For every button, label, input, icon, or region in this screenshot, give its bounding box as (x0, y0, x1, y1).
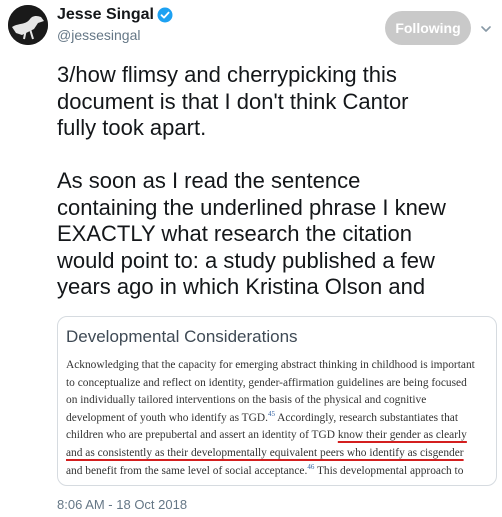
embed-text: development of youth who identify as TGD… (66, 411, 268, 424)
embed-line: and as consistently as their development… (66, 445, 494, 463)
embedded-image[interactable]: Developmental Considerations Acknowledgi… (57, 316, 497, 486)
tweet-text: 3/how flimsy and cherrypicking this docu… (57, 62, 497, 301)
following-button[interactable]: Following (385, 11, 471, 45)
avatar[interactable] (8, 5, 48, 45)
embed-line: children who are prepubertal and assert … (66, 427, 494, 445)
chevron-down-icon[interactable] (481, 24, 491, 34)
embed-line: development of youth who identify as TGD… (66, 410, 494, 428)
embed-body-text: Acknowledging that the capacity for emer… (66, 357, 494, 480)
embed-text: and benefit from the same level of socia… (66, 464, 308, 477)
underlined-phrase: and as consistently as their development… (66, 446, 464, 459)
tweet-timestamp[interactable]: 8:06 AM - 18 Oct 2018 (57, 497, 187, 512)
display-name[interactable]: Jesse Singal (57, 6, 154, 24)
embed-text: Accordingly, research substantiates that (274, 411, 458, 424)
profile-photo-silhouette-icon (8, 5, 48, 45)
embed-line: to conceptualize and reflect on identity… (66, 376, 467, 389)
underlined-phrase: know their gender as clearly (337, 429, 467, 442)
verified-badge-icon (157, 7, 173, 23)
embed-text: children who are prepubertal and assert … (66, 429, 338, 442)
citation-superscript: 45 (267, 409, 275, 418)
embed-text: This developmental approach to (314, 464, 464, 477)
user-handle[interactable]: @jessesingal (57, 27, 140, 43)
embed-line: on individually tailored interventions o… (66, 394, 427, 407)
embed-line: and benefit from the same level of socia… (66, 463, 494, 481)
embed-title: Developmental Considerations (66, 327, 298, 346)
tweet-paragraph: 3/how flimsy and cherrypicking this docu… (57, 62, 409, 140)
embed-line: Acknowledging that the capacity for emer… (66, 359, 475, 371)
tweet-paragraph: As soon as I read the sentence containin… (57, 168, 446, 299)
